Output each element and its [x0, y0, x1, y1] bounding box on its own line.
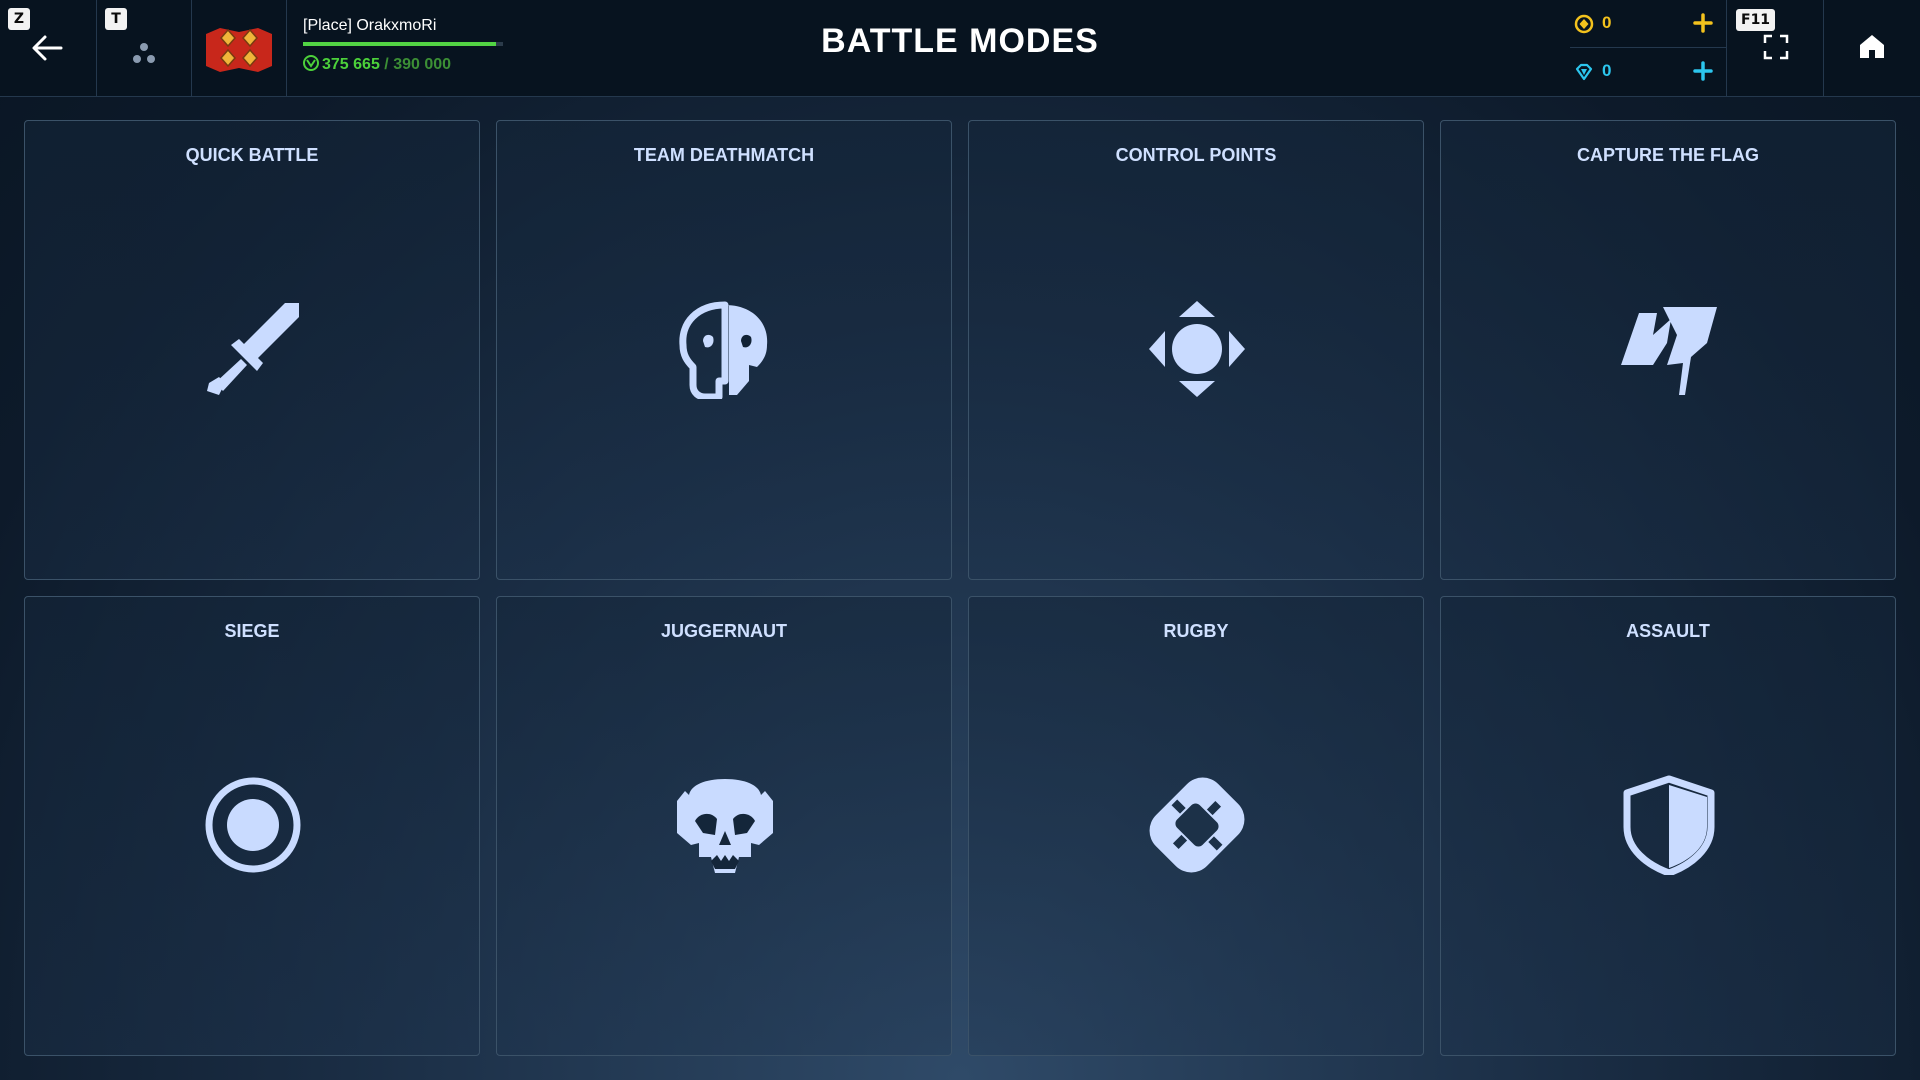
- gold-amount: 0: [1602, 13, 1612, 32]
- squad-hotkey-badge: T: [105, 8, 127, 30]
- player-name: [Place] OrakxmoRi: [303, 17, 437, 34]
- arrow-left-icon: [32, 35, 63, 61]
- gold-currency: 0: [1570, 0, 1726, 48]
- mode-title: SIEGE: [224, 621, 280, 641]
- rank-badge[interactable]: [192, 0, 287, 96]
- add-gold-button[interactable]: [1690, 10, 1716, 36]
- mode-title: TEAM DEATHMATCH: [633, 145, 815, 165]
- back-button[interactable]: Z: [0, 0, 97, 96]
- mode-title: JUGGERNAUT: [660, 621, 787, 641]
- mode-title: CAPTURE THE FLAG: [1577, 145, 1759, 165]
- rank-insignia-icon: [206, 28, 272, 72]
- squad-icon: [133, 43, 155, 63]
- mode-title: CONTROL POINTS: [1115, 145, 1277, 165]
- shield-icon: [1623, 775, 1715, 875]
- gem-icon: [1575, 63, 1593, 81]
- home-button[interactable]: [1824, 0, 1920, 96]
- mode-title: ASSAULT: [1626, 621, 1710, 641]
- mode-card-siege[interactable]: SIEGE: [24, 596, 480, 1056]
- fullscreen-icon: [1763, 34, 1789, 60]
- mode-card-assault[interactable]: ASSAULT: [1440, 596, 1896, 1056]
- xp-progress-bar: [303, 42, 503, 46]
- mode-card-capture-the-flag[interactable]: CAPTURE THE FLAG: [1440, 120, 1896, 580]
- flag-icon: [1621, 307, 1717, 395]
- mode-title: RUGBY: [1163, 621, 1229, 641]
- skull-icon: [677, 779, 773, 873]
- mode-card-rugby[interactable]: RUGBY: [968, 596, 1424, 1056]
- xp-readout: 375 665 / 390 000: [303, 55, 451, 74]
- top-bar: Z T [Place] OrakxmoRi 375 665 / 390 000 …: [0, 0, 1920, 97]
- gem-currency: 0: [1570, 48, 1726, 96]
- battle-modes-grid: QUICK BATTLE TEAM DEATHMATCH CONTROL POI…: [24, 120, 1896, 1056]
- xp-current: 375 665: [322, 56, 380, 73]
- sword-icon: [207, 303, 299, 395]
- xp-progress-fill: [303, 42, 496, 46]
- coin-icon: [1574, 14, 1594, 34]
- target-circle-icon: [205, 777, 301, 873]
- back-hotkey-badge: Z: [8, 8, 30, 30]
- mode-card-quick-battle[interactable]: QUICK BATTLE: [24, 120, 480, 580]
- mode-card-juggernaut[interactable]: JUGGERNAUT: [496, 596, 952, 1056]
- xp-max: 390 000: [393, 56, 452, 73]
- fullscreen-hotkey-badge: F11: [1736, 9, 1776, 31]
- mode-title: QUICK BATTLE: [185, 145, 319, 165]
- xp-icon: [303, 55, 319, 71]
- control-point-icon: [1149, 301, 1245, 397]
- home-icon: [1860, 35, 1884, 58]
- ball-icon: [1149, 777, 1245, 873]
- half-skull-icon: [679, 301, 768, 399]
- fullscreen-button[interactable]: F11: [1726, 0, 1824, 96]
- add-gems-button[interactable]: [1690, 58, 1716, 84]
- squad-button[interactable]: T: [97, 0, 192, 96]
- mode-card-control-points[interactable]: CONTROL POINTS: [968, 120, 1424, 580]
- gem-amount: 0: [1602, 61, 1612, 80]
- xp-separator: /: [379, 56, 394, 73]
- mode-card-team-deathmatch[interactable]: TEAM DEATHMATCH: [496, 120, 952, 580]
